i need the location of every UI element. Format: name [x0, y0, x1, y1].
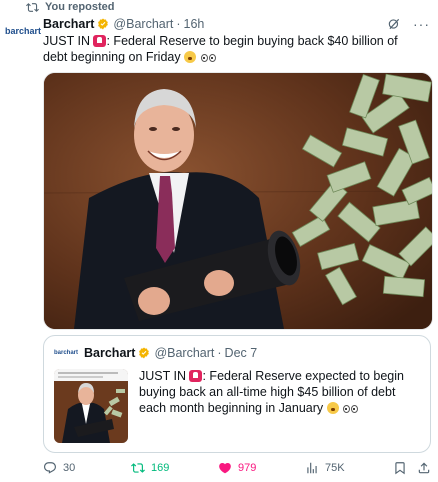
author-name[interactable]: Barchart — [43, 17, 94, 31]
more-icon[interactable]: ··· — [413, 16, 430, 32]
quote-header: barchart Barchart @Barchart · Dec 7 — [54, 346, 257, 360]
laughing-face-emoji-icon — [326, 402, 339, 414]
powell-money-cannon-image — [44, 73, 432, 329]
repost-button[interactable]: 169 — [131, 461, 169, 475]
quote-author-name[interactable]: Barchart — [84, 346, 135, 360]
quote-thumbnail-image — [54, 369, 128, 443]
repost-context: You reposted — [26, 0, 114, 14]
siren-emoji-icon — [93, 35, 107, 47]
views-count: 75K — [325, 462, 345, 474]
avatar[interactable]: barchart — [5, 24, 41, 38]
heart-icon — [219, 463, 231, 474]
verified-badge-icon — [139, 347, 150, 359]
reply-icon — [44, 462, 56, 474]
tweet-text: JUST IN : Federal Reserve to begin buyin… — [43, 33, 423, 66]
reply-button[interactable]: 30 — [43, 461, 75, 475]
repost-count: 169 — [151, 462, 170, 474]
tweet-header: Barchart @Barchart · 16h ··· — [43, 16, 430, 32]
views-icon — [307, 462, 317, 474]
views-button[interactable]: 75K — [305, 461, 345, 475]
tweet-image[interactable] — [43, 72, 433, 330]
verified-badge-icon[interactable] — [97, 18, 109, 30]
like-button[interactable]: 979 — [218, 461, 256, 475]
quote-text: JUST IN : Federal Reserve expected to be… — [139, 368, 419, 417]
eyes-emoji-icon — [200, 50, 216, 66]
quote-author-handle: @Barchart — [154, 346, 215, 360]
author-handle[interactable]: @Barchart — [113, 17, 173, 31]
quote-avatar[interactable]: barchart — [54, 350, 78, 356]
quoted-tweet[interactable]: barchart Barchart @Barchart · Dec 7 JUST… — [43, 335, 431, 453]
bookmark-icon — [395, 462, 405, 475]
share-icon — [418, 462, 430, 474]
separator: · — [217, 346, 222, 360]
siren-emoji-icon — [189, 370, 203, 382]
header-actions: ··· — [387, 16, 430, 32]
action-bar: 30 169 979 75K — [43, 456, 431, 480]
bookmark-button[interactable] — [393, 461, 407, 475]
repost-icon — [26, 2, 39, 12]
like-count: 979 — [238, 462, 257, 474]
separator: · — [176, 17, 181, 31]
laughing-face-emoji-icon — [184, 51, 197, 63]
reply-count: 30 — [63, 462, 76, 474]
repost-label: You reposted — [45, 1, 115, 13]
timestamp[interactable]: 16h — [184, 17, 205, 31]
quote-text-prefix: JUST IN — [139, 369, 186, 383]
tweet-text-prefix: JUST IN — [43, 34, 90, 48]
share-button[interactable] — [417, 461, 431, 475]
quote-timestamp: Dec 7 — [224, 346, 258, 360]
eyes-emoji-icon — [342, 401, 359, 417]
grok-icon[interactable] — [387, 17, 401, 31]
repost-icon — [131, 463, 145, 473]
